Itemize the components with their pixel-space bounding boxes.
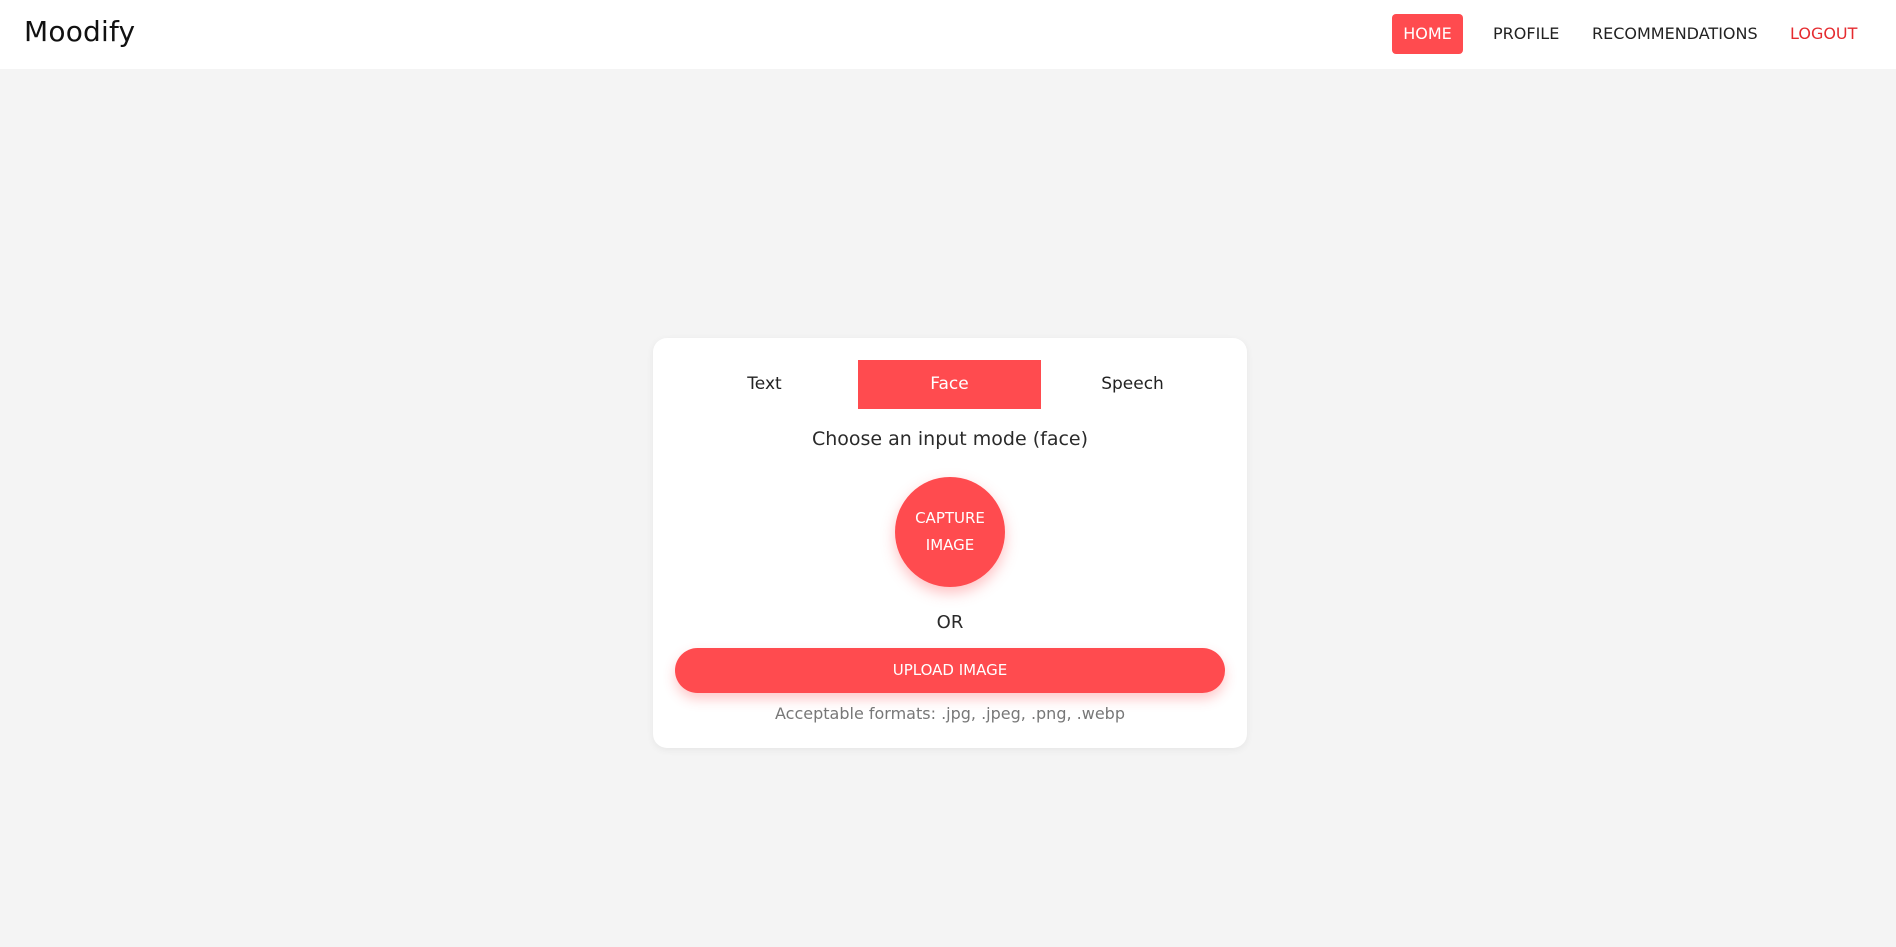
capture-label-line-1: CAPTURE — [915, 509, 985, 527]
or-divider-text: OR — [936, 612, 964, 633]
top-navbar: Moodify HOME PROFILE RECOMMENDATIONS LOG… — [0, 0, 1896, 69]
nav-profile-link[interactable]: PROFILE — [1493, 14, 1559, 54]
nav-logout-link[interactable]: LOGOUT — [1790, 14, 1857, 54]
tab-face[interactable]: Face — [858, 360, 1041, 409]
capture-label-line-2: IMAGE — [925, 536, 975, 554]
acceptable-formats-text: Acceptable formats: .jpg, .jpeg, .png, .… — [775, 704, 1125, 723]
nav-recommendations-link[interactable]: RECOMMENDATIONS — [1592, 14, 1758, 54]
capture-image-label: CAPTURE IMAGE — [910, 505, 990, 559]
capture-image-button[interactable]: CAPTURE IMAGE — [895, 477, 1005, 587]
input-mode-title: Choose an input mode (face) — [811, 428, 1089, 450]
app-brand[interactable]: Moodify — [24, 15, 135, 48]
input-mode-card: Text Face Speech Choose an input mode (f… — [653, 338, 1247, 748]
upload-image-button[interactable]: UPLOAD IMAGE — [675, 648, 1225, 693]
tab-text[interactable]: Text — [673, 360, 856, 409]
tab-speech[interactable]: Speech — [1041, 360, 1224, 409]
nav-home-link[interactable]: HOME — [1392, 14, 1463, 54]
